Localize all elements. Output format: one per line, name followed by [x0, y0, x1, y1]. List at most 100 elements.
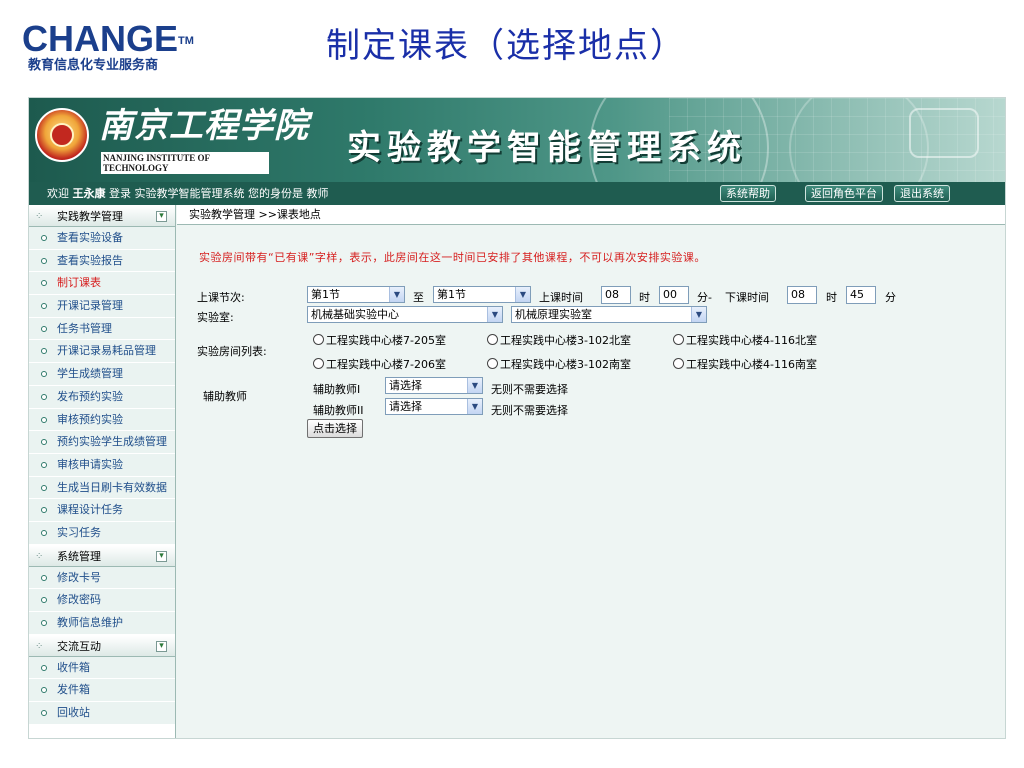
help-button[interactable]: 系统帮助 [720, 185, 776, 202]
bullet-icon [41, 597, 47, 604]
notice-text: 实验房间带有“已有课”字样，表示，此房间在这一时间已安排了其他课程，不可以再次安… [199, 251, 706, 264]
sidebar-item[interactable]: 开课记录易耗品管理 [29, 340, 175, 364]
period-to-label: 至 [413, 291, 424, 304]
sidebar-item[interactable]: 预约实验学生成绩管理 [29, 431, 175, 454]
sidebar-item[interactable]: 教师信息维护 [29, 612, 175, 635]
radio-circle-icon [313, 358, 324, 369]
assistant2-select[interactable]: 请选择 ▼ [385, 398, 483, 415]
banner-panel-decoration [909, 108, 979, 158]
bullet-icon [41, 620, 47, 626]
chevron-down-icon: ▼ [515, 287, 530, 302]
section-dots-icon: ⁘ [35, 211, 44, 222]
room-radio[interactable]: 工程实践中心楼3-102北室 [487, 332, 631, 348]
lab-center-select[interactable]: 机械基础实验中心 ▼ [307, 306, 503, 323]
lab-label: 实验室: [197, 311, 234, 324]
school-emblem-icon [35, 108, 89, 162]
sidebar-item[interactable]: 审核申请实验 [29, 453, 175, 477]
sidebar-item-label: 实习任务 [57, 525, 101, 539]
assistant1-select[interactable]: 请选择 ▼ [385, 377, 483, 394]
slide: CHANGETM 教育信息化专业服务商 制定课表（选择地点） 南京工程学院 NA… [0, 0, 1024, 768]
room-radio[interactable]: 工程实践中心楼7-206室 [313, 356, 446, 372]
end-hour-input[interactable]: 08 [787, 286, 817, 304]
start-minute-input[interactable]: 00 [659, 286, 689, 304]
room-radio[interactable]: 工程实践中心楼4-116北室 [673, 332, 817, 348]
period-from-select[interactable]: 第1节 ▼ [307, 286, 405, 303]
sidebar-item-label: 开课记录易耗品管理 [57, 344, 156, 358]
sidebar-item-label: 回收站 [57, 706, 90, 720]
sidebar-section[interactable]: ⁘ 实践教学管理 ▾ [29, 205, 175, 227]
sidebar-item[interactable]: 发布预约实验 [29, 385, 175, 409]
period-label: 上课节次: [197, 291, 245, 304]
minute-dash-label: 分- [697, 291, 712, 304]
sidebar-item[interactable]: 查看实验报告 [29, 249, 175, 273]
assistant2-label: 辅助教师II [313, 404, 364, 417]
logout-button[interactable]: 退出系统 [894, 185, 950, 202]
lab-room-select[interactable]: 机械原理实验室 ▼ [511, 306, 707, 323]
brand-tagline: 教育信息化专业服务商 [28, 58, 159, 73]
assistant1-label: 辅助教师I [313, 383, 361, 396]
sidebar-item-label: 开课记录管理 [57, 299, 123, 313]
submit-select-button[interactable]: 点击选择 [307, 419, 363, 438]
sidebar-item-label: 查看实验报告 [57, 253, 123, 267]
assistant2-hint: 无则不需要选择 [491, 404, 568, 417]
radio-circle-icon [487, 358, 498, 369]
return-role-platform-button[interactable]: 返回角色平台 [805, 185, 883, 202]
expand-icon[interactable]: ▾ [156, 640, 167, 652]
school-name-en: NANJING INSTITUTE OF TECHNOLOGY [101, 152, 269, 174]
chevron-down-icon: ▼ [389, 287, 404, 302]
user-name: 王永康 [72, 187, 106, 200]
bullet-icon [41, 393, 47, 400]
brand-logo: CHANGETM 教育信息化专业服务商 [22, 20, 202, 74]
bullet-icon [41, 710, 47, 717]
bullet-icon [41, 461, 47, 468]
sidebar-item-label: 审核预约实验 [57, 412, 123, 426]
sidebar-item[interactable]: 审核预约实验 [29, 408, 175, 432]
school-name-cn: 南京工程学院 [99, 106, 309, 146]
hour-unit-label-2: 时 [826, 291, 837, 304]
sidebar-item[interactable]: 回收站 [29, 702, 175, 725]
expand-icon[interactable]: ▾ [156, 550, 167, 562]
sidebar-item[interactable]: 生成当日刷卡有效数据 [29, 476, 175, 500]
sidebar-item-label: 制订课表 [57, 276, 101, 290]
bullet-icon [41, 484, 47, 491]
sidebar-item[interactable]: 实习任务 [29, 521, 175, 545]
sidebar-item-label: 修改卡号 [57, 570, 101, 584]
end-time-label: 下课时间 [725, 291, 769, 304]
sidebar-section-title: 交流互动 [57, 639, 101, 653]
expand-icon[interactable]: ▾ [156, 211, 167, 222]
sidebar-item-label: 发布预约实验 [57, 389, 123, 403]
sidebar-item[interactable]: 查看实验设备 [29, 227, 175, 250]
sidebar-item[interactable]: 开课记录管理 [29, 295, 175, 318]
sidebar-item-label: 发件箱 [57, 683, 90, 697]
sidebar-item[interactable]: 收件箱 [29, 656, 175, 680]
bullet-icon [41, 439, 47, 446]
section-dots-icon: ⁘ [35, 550, 44, 562]
breadcrumb: 实验教学管理 >>课表地点 [177, 205, 1005, 225]
room-radio[interactable]: 工程实践中心楼7-205室 [313, 332, 446, 348]
bullet-icon [41, 235, 47, 241]
bullet-icon [41, 664, 47, 671]
section-dots-icon: ⁘ [35, 640, 44, 652]
room-list-label: 实验房间列表: [197, 345, 267, 358]
sidebar-item-label: 修改密码 [57, 593, 101, 607]
sidebar-item[interactable]: 制订课表 [29, 272, 175, 296]
chevron-down-icon: ▼ [691, 307, 706, 322]
room-radio[interactable]: 工程实践中心楼4-116南室 [673, 356, 817, 372]
sidebar-item[interactable]: 发件箱 [29, 679, 175, 703]
start-time-label: 上课时间 [539, 291, 583, 304]
start-hour-input[interactable]: 08 [601, 286, 631, 304]
sidebar-item-label: 预约实验学生成绩管理 [57, 435, 167, 449]
room-radio[interactable]: 工程实践中心楼3-102南室 [487, 356, 631, 372]
sidebar-item[interactable]: 任务书管理 [29, 317, 175, 341]
sidebar-item[interactable]: 课程设计任务 [29, 499, 175, 522]
sidebar-item[interactable]: 修改密码 [29, 589, 175, 612]
sidebar-section[interactable]: ⁘ 系统管理 ▾ [29, 544, 175, 567]
sidebar-item[interactable]: 修改卡号 [29, 566, 175, 590]
end-minute-input[interactable]: 45 [846, 286, 876, 304]
sidebar-section[interactable]: ⁘ 交流互动 ▾ [29, 634, 175, 657]
sidebar-item[interactable]: 学生成绩管理 [29, 363, 175, 386]
chevron-down-icon: ▼ [487, 307, 502, 322]
sidebar-item-label: 教师信息维护 [57, 616, 123, 629]
sidebar-item-label: 学生成绩管理 [57, 367, 123, 381]
period-to-select[interactable]: 第1节 ▼ [433, 286, 531, 303]
